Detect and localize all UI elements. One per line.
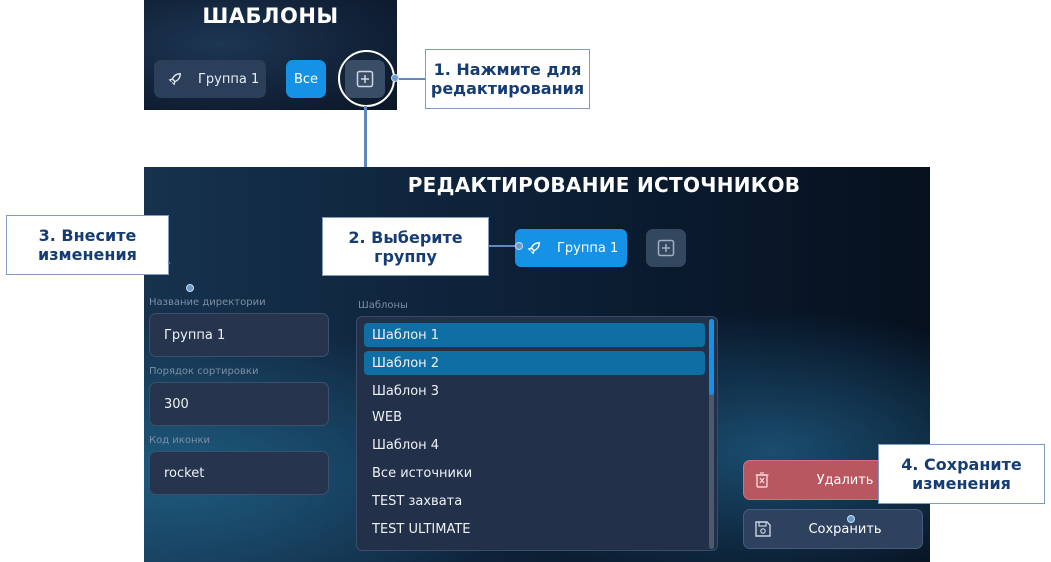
rocket-icon bbox=[168, 73, 181, 86]
edit-sources-panel: РЕДАКТИРОВАНИЕ ИСТОЧНИКОВ Группа 1 Назва… bbox=[144, 167, 930, 562]
edit-sources-title: РЕДАКТИРОВАНИЕ ИСТОЧНИКОВ bbox=[407, 173, 801, 197]
directory-name-input[interactable]: Группа 1 bbox=[149, 313, 329, 357]
callout-connector bbox=[399, 78, 425, 80]
callout-step-2: 2. Выберите группу bbox=[322, 217, 489, 276]
list-item[interactable]: TEST ULTIMATE bbox=[364, 517, 705, 541]
add-group-button[interactable] bbox=[646, 229, 686, 267]
callout-step-3: 3. Внесите изменения bbox=[6, 215, 169, 275]
list-item[interactable]: TEST захвата bbox=[364, 489, 705, 513]
scrollbar-thumb[interactable] bbox=[709, 319, 714, 395]
templates-title: ШАБЛОНЫ bbox=[202, 4, 339, 28]
highlight-circle bbox=[338, 50, 395, 107]
callout-dot bbox=[847, 515, 855, 523]
callout-step-1: 1. Нажмите для редактирования bbox=[425, 49, 590, 109]
callout-step-4: 4. Сохраните изменения bbox=[878, 444, 1045, 504]
callout-dot bbox=[391, 74, 399, 82]
list-item[interactable]: Шаблон 2 bbox=[364, 351, 705, 375]
icon-code-input[interactable]: rocket bbox=[149, 451, 329, 495]
group-chip-label: Группа 1 bbox=[198, 71, 260, 87]
list-item[interactable]: Шаблон 1 bbox=[364, 323, 705, 347]
group-chip-label: Группа 1 bbox=[557, 240, 619, 256]
sort-order-label: Порядок сортировки bbox=[149, 366, 259, 377]
callout-dot bbox=[186, 284, 194, 292]
directory-name-label: Название директории bbox=[149, 297, 266, 308]
panel-connector bbox=[364, 106, 367, 167]
all-chip[interactable]: Все bbox=[286, 60, 326, 98]
trash-icon bbox=[755, 472, 769, 488]
icon-code-label: Код иконки bbox=[149, 435, 211, 446]
sort-order-input[interactable]: 300 bbox=[149, 382, 329, 426]
save-icon bbox=[755, 521, 771, 537]
save-button[interactable]: Сохранить bbox=[743, 509, 923, 549]
templates-list[interactable]: Шаблон 1 Шаблон 2 Шаблон 3 WEB Шаблон 4 … bbox=[356, 316, 718, 551]
list-item[interactable]: Шаблон 3 bbox=[364, 379, 705, 403]
list-item[interactable]: Все источники bbox=[364, 461, 705, 485]
list-item[interactable]: Шаблон 4 bbox=[364, 433, 705, 457]
group-chip-selected[interactable]: Группа 1 bbox=[515, 229, 627, 267]
rocket-icon bbox=[527, 242, 540, 255]
callout-connector bbox=[489, 245, 517, 247]
list-item[interactable]: WEB bbox=[364, 405, 705, 429]
callout-dot bbox=[515, 242, 523, 250]
group-chip[interactable]: Группа 1 bbox=[154, 60, 266, 98]
plus-square-icon bbox=[657, 239, 675, 257]
templates-list-label: Шаблоны bbox=[358, 300, 408, 311]
